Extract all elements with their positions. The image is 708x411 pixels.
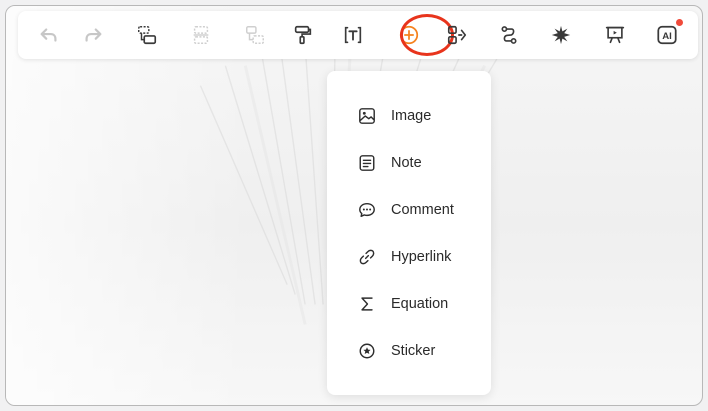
connector-icon: [501, 26, 517, 44]
unframe-button[interactable]: [242, 22, 268, 48]
format-painter-button[interactable]: [290, 22, 316, 48]
connector-button[interactable]: [496, 22, 522, 48]
redo-button[interactable]: [80, 22, 106, 48]
menu-item-hyperlink[interactable]: Hyperlink: [327, 239, 491, 275]
menu-item-label: Note: [391, 155, 422, 171]
insert-menu: Image Note Comment Hyperlink Equation St…: [327, 71, 491, 395]
comment-icon: [358, 201, 376, 219]
insert-button[interactable]: [396, 22, 422, 48]
presentation-icon: [605, 26, 625, 44]
menu-item-label: Equation: [391, 296, 449, 312]
menu-item-sticker[interactable]: Sticker: [327, 333, 491, 369]
toolbar: AI: [18, 11, 698, 59]
presentation-button[interactable]: [602, 22, 628, 48]
mind-map-icon: [447, 25, 467, 45]
insert-plus-icon: [399, 25, 419, 45]
text-icon: [344, 26, 362, 44]
ai-label: AI: [662, 31, 672, 42]
ai-assistant-button[interactable]: AI: [654, 19, 683, 48]
redo-icon: [85, 28, 102, 42]
menu-item-label: Hyperlink: [391, 249, 452, 265]
sticker-icon: [358, 342, 376, 360]
mind-map-button[interactable]: [444, 22, 470, 48]
group-icon: [138, 26, 157, 45]
ai-assistant-icon: AI: [657, 25, 677, 45]
ungroup-button[interactable]: [188, 22, 214, 48]
image-icon: [358, 107, 376, 125]
undo-button[interactable]: [36, 22, 62, 48]
menu-item-equation[interactable]: Equation: [327, 286, 491, 322]
link-icon: [358, 248, 376, 266]
menu-item-image[interactable]: Image: [327, 98, 491, 134]
menu-item-note[interactable]: Note: [327, 145, 491, 181]
menu-item-label: Sticker: [391, 343, 436, 359]
menu-item-label: Comment: [391, 202, 454, 218]
sigma-icon: [358, 295, 376, 313]
group-button[interactable]: [134, 22, 160, 48]
undo-icon: [40, 28, 57, 42]
ungroup-icon: [193, 26, 209, 44]
notification-dot: [676, 19, 683, 26]
text-button[interactable]: [340, 22, 366, 48]
format-painter-icon: [294, 25, 312, 45]
unframe-icon: [246, 26, 264, 44]
note-icon: [358, 154, 376, 172]
menu-item-label: Image: [391, 108, 432, 124]
menu-item-comment[interactable]: Comment: [327, 192, 491, 228]
laser-pointer-button[interactable]: [548, 22, 574, 48]
laser-pointer-icon: [551, 25, 571, 45]
